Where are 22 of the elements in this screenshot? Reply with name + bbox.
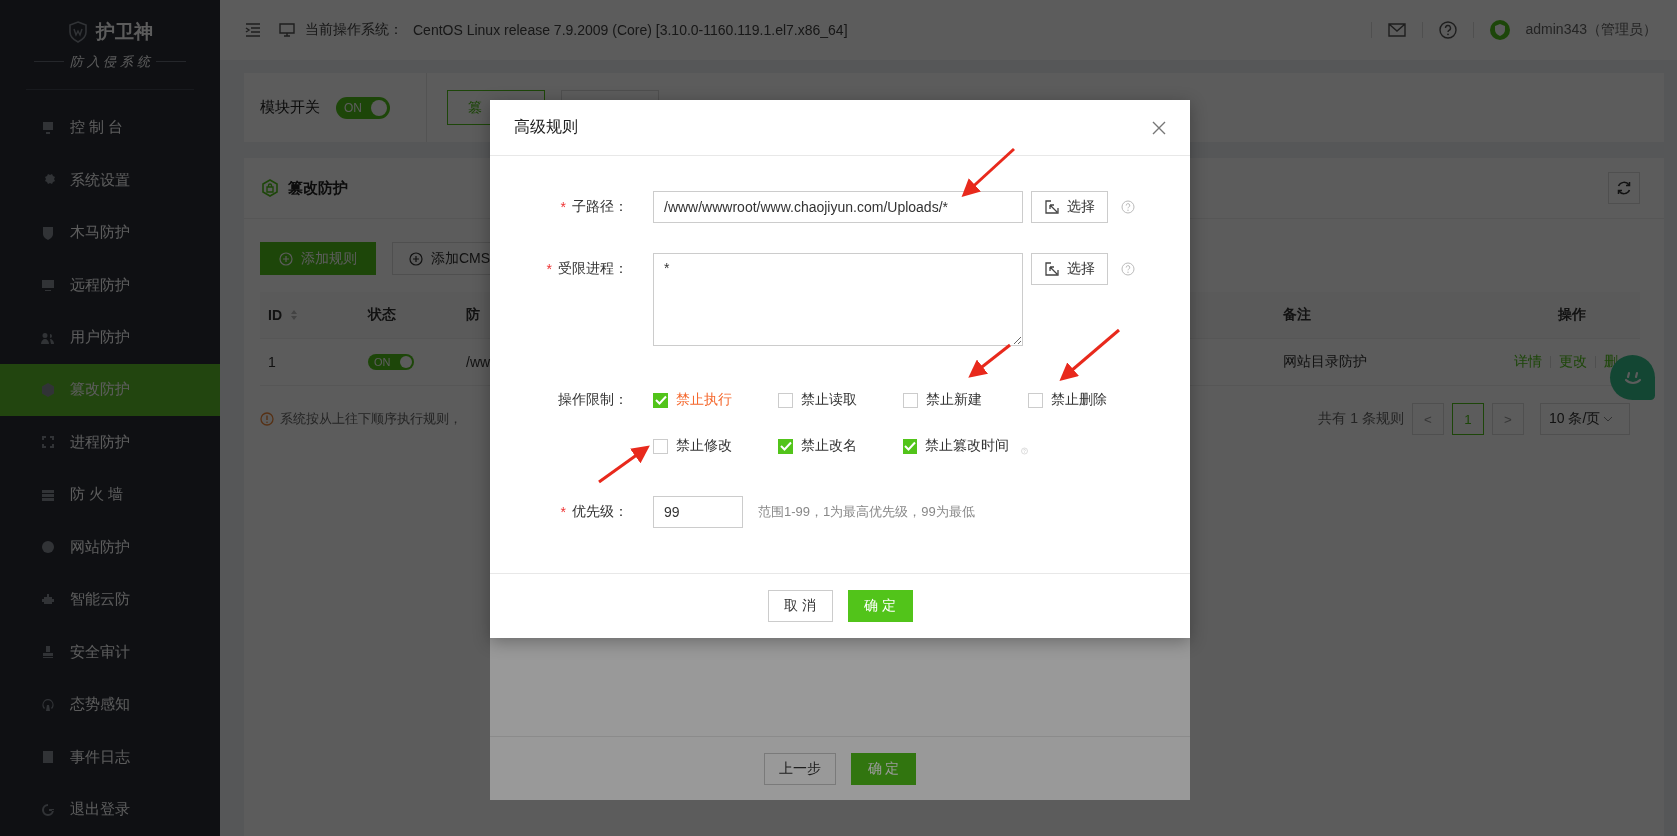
module-switch-label: 模块开关	[260, 98, 320, 117]
brand-name: 护卫神	[95, 19, 153, 44]
os-label: 当前操作系统：	[305, 21, 403, 39]
column-header: ID	[268, 307, 282, 323]
field-label: 操作限制：	[558, 391, 628, 409]
table-cell: 网站目录防护	[1283, 353, 1367, 371]
field-label: 优先级：	[572, 503, 628, 521]
column-header: 防	[466, 306, 480, 324]
field-label: 子路径：	[572, 198, 628, 216]
priority-hint: 范围1-99，1为最高优先级，99为最低	[758, 503, 975, 521]
required-mark: *	[560, 199, 566, 215]
column-header: 备注	[1283, 306, 1311, 324]
column-header: 状态	[368, 306, 396, 324]
table-cell: /ww	[466, 354, 491, 370]
panel-title: 篡改防护	[288, 178, 348, 198]
table-cell: 1	[268, 354, 276, 370]
brand-subtitle: 防 入 侵 系 统	[70, 52, 150, 71]
required-mark: *	[560, 504, 566, 520]
field-label: 受限进程：	[558, 260, 628, 278]
required-mark: *	[546, 261, 552, 277]
os-version: CentOS Linux release 7.9.2009 (Core) [3.10.0-1160.119.1.el7.x86_64]	[413, 22, 848, 38]
column-header: 操作	[1558, 306, 1586, 324]
